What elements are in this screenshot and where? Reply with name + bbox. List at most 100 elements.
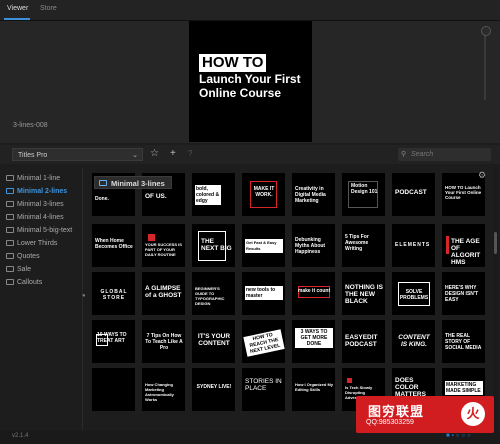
thumbnail[interactable]: Creativity in Digital Media Marketing bbox=[292, 173, 335, 216]
thumbnail[interactable]: When Home Becomes Office bbox=[92, 224, 135, 267]
thumbnail-text: SYDNEY LIVE! bbox=[196, 384, 232, 390]
plus-icon[interactable]: + bbox=[170, 148, 176, 160]
thumbnail[interactable]: HOW TO REACH THE NEXT LEVEL bbox=[242, 320, 285, 363]
red-accent-block bbox=[446, 236, 449, 254]
thumbnail[interactable]: STORIES IN PLACE bbox=[242, 368, 285, 411]
thumbnail-text: Debunking Myths About Happiness bbox=[295, 237, 326, 255]
thumbnail-text: Motion Design 101 bbox=[351, 183, 378, 195]
preview-title-line-1: Launch Your First bbox=[199, 72, 301, 86]
grid-scrollbar-thumb[interactable] bbox=[494, 232, 497, 254]
thumbnail-text: When Home Becomes Office bbox=[95, 238, 133, 250]
thumbnail[interactable]: YOUR SUCCESS IS PART OF YOUR DAILY ROUTI… bbox=[142, 224, 185, 267]
folder-icon bbox=[6, 266, 14, 272]
category-item-selected[interactable]: Minimal 2-lines bbox=[6, 187, 67, 195]
category-sidebar: Minimal 1-line Minimal 2-lines Minimal 3… bbox=[0, 168, 80, 430]
category-label: Minimal 4-lines bbox=[17, 214, 64, 221]
library-toolbar: Titles Pro ⌄ ☆ + ? ⚲ Search bbox=[0, 145, 500, 164]
category-tooltip: Minimal 3-lines bbox=[94, 176, 172, 189]
thumbnail[interactable]: How Changing Marketing Astronomically Wo… bbox=[142, 368, 185, 411]
thumbnail[interactable]: bold, colored & edgy bbox=[192, 173, 235, 216]
thumbnail-text: STORIES IN PLACE bbox=[245, 378, 282, 392]
thumbnail[interactable]: How I Organized My Editing Skills bbox=[292, 368, 335, 411]
thumbnail[interactable]: 5 Tips For Awesome Writing bbox=[342, 224, 385, 267]
chevron-down-icon: ⌄ bbox=[132, 152, 138, 159]
thumbnail[interactable]: A GLIMPSE of a GHOST bbox=[142, 272, 185, 315]
pack-select-value: Titles Pro bbox=[18, 152, 48, 159]
thumbnail[interactable]: CONTENT IS KING. bbox=[392, 320, 435, 363]
thumbnail[interactable]: IT'S YOUR CONTENT bbox=[192, 320, 235, 363]
category-label: Callouts bbox=[17, 279, 43, 286]
thumbnail-text: A GLIMPSE of a GHOST bbox=[145, 285, 182, 299]
preview-title: HOW TO Launch Your First Online Course bbox=[199, 54, 309, 100]
thumbnail[interactable]: THE REAL STORY OF SOCIAL MEDIA bbox=[442, 320, 485, 363]
thumbnail[interactable]: ELEMENTS bbox=[392, 224, 435, 267]
tab-store[interactable]: Store bbox=[40, 5, 57, 12]
search-icon: ⚲ bbox=[401, 151, 407, 158]
thumbnail[interactable]: SOLVE PROBLEMS bbox=[392, 272, 435, 315]
thumbnail[interactable]: THE NEXT BIG bbox=[192, 224, 235, 267]
thumbnail-text: THE AGE OF ALGORITHMS bbox=[451, 238, 481, 266]
thumbnail-text: Done. bbox=[95, 196, 109, 202]
category-label: Minimal 5-big-text bbox=[17, 227, 73, 234]
folder-icon bbox=[6, 240, 14, 246]
category-item[interactable]: Sale bbox=[6, 265, 31, 273]
folder-icon bbox=[6, 175, 14, 181]
view-mode-icons[interactable]: ■▪○○○ bbox=[446, 433, 473, 439]
thumbnail[interactable]: PODCAST bbox=[392, 173, 435, 216]
thumbnail-text: 10 WAYS TO TREAT ART bbox=[97, 332, 127, 344]
thumbnail-text: new tools to master bbox=[245, 286, 283, 300]
thumbnail[interactable]: 10 WAYS TO TREAT ART bbox=[92, 320, 135, 363]
thumbnail-text: YOUR SUCCESS IS PART OF YOUR DAILY ROUTI… bbox=[145, 242, 182, 257]
thumbnail[interactable]: Get Fast & Easy Results bbox=[242, 224, 285, 267]
gear-icon[interactable]: ⚙ bbox=[478, 170, 486, 181]
thumbnail[interactable]: make it count bbox=[292, 272, 335, 315]
thumbnail[interactable]: THE AGE OF ALGORITHMS bbox=[442, 224, 485, 267]
thumbnail-text: CONTENT IS KING. bbox=[398, 334, 430, 348]
tooltip-label: Minimal 3-lines bbox=[111, 179, 165, 188]
question-icon[interactable]: ? bbox=[188, 148, 192, 160]
folder-icon bbox=[6, 188, 14, 194]
thumbnail[interactable]: MAKE IT WORK. bbox=[242, 173, 285, 216]
zoom-slider-track[interactable] bbox=[484, 30, 486, 100]
thumbnail-text: Get Fast & Easy Results bbox=[245, 239, 283, 253]
red-accent-block bbox=[148, 234, 155, 241]
thumbnail[interactable]: GLOBAL STORE bbox=[92, 272, 135, 315]
thumbnail-text: MARKETING MADE SIMPLE bbox=[445, 381, 483, 395]
category-item[interactable]: Minimal 3-lines bbox=[6, 200, 64, 208]
thumbnail[interactable]: 3 WAYS TO GET MORE DONE bbox=[292, 320, 335, 363]
category-item[interactable]: Lower Thirds bbox=[6, 239, 57, 247]
category-item[interactable]: Minimal 5-big-text bbox=[6, 226, 72, 234]
thumbnail[interactable]: EASYEDIT PODCAST bbox=[342, 320, 385, 363]
thumbnail-text: NOTHING IS THE NEW BLACK bbox=[345, 284, 383, 305]
category-item[interactable]: Callouts bbox=[6, 278, 42, 286]
thumbnail[interactable]: Debunking Myths About Happiness bbox=[292, 224, 335, 267]
folder-icon bbox=[6, 227, 14, 233]
category-item[interactable]: Quotes bbox=[6, 252, 40, 260]
thumbnail-text: make it count bbox=[297, 288, 331, 294]
category-label: Minimal 1-line bbox=[17, 175, 61, 182]
thumbnail[interactable]: Motion Design 101 bbox=[342, 173, 385, 216]
category-item[interactable]: Minimal 4-lines bbox=[6, 213, 64, 221]
panel-splitter[interactable] bbox=[82, 168, 83, 430]
thumbnail[interactable]: SYDNEY LIVE! bbox=[192, 368, 235, 411]
thumbnail-text: IT'S YOUR CONTENT bbox=[197, 333, 231, 347]
folder-icon bbox=[6, 214, 14, 220]
zoom-slider-knob[interactable] bbox=[481, 26, 491, 36]
category-item[interactable]: Minimal 1-line bbox=[6, 174, 60, 182]
star-icon[interactable]: ☆ bbox=[150, 148, 159, 160]
watermark-badge: 图穷联盟 QQ:985303259 火 bbox=[356, 396, 494, 433]
search-input[interactable]: ⚲ Search bbox=[398, 148, 491, 161]
category-label: Minimal 2-lines bbox=[17, 188, 68, 195]
preview-canvas[interactable]: HOW TO Launch Your First Online Course bbox=[189, 21, 312, 142]
thumbnail[interactable] bbox=[92, 368, 135, 411]
pack-select[interactable]: Titles Pro ⌄ bbox=[12, 148, 143, 161]
thumbnail-text: MAKE IT WORK. bbox=[253, 186, 275, 198]
thumbnail[interactable]: 7 Tips On How To Teach Like A Pro bbox=[142, 320, 185, 363]
thumbnail[interactable]: NOTHING IS THE NEW BLACK bbox=[342, 272, 385, 315]
thumbnail[interactable]: new tools to master bbox=[242, 272, 285, 315]
thumbnail[interactable]: BEGINNER'S GUIDE TO TYPOGRAPHIC DESIGN bbox=[192, 272, 235, 315]
grid-scrollbar[interactable] bbox=[493, 168, 498, 430]
thumbnail[interactable]: HERE'S WHY DESIGN ISN'T EASY bbox=[442, 272, 485, 315]
top-tab-bar: Viewer Store bbox=[0, 0, 500, 21]
tab-viewer[interactable]: Viewer bbox=[7, 5, 28, 12]
